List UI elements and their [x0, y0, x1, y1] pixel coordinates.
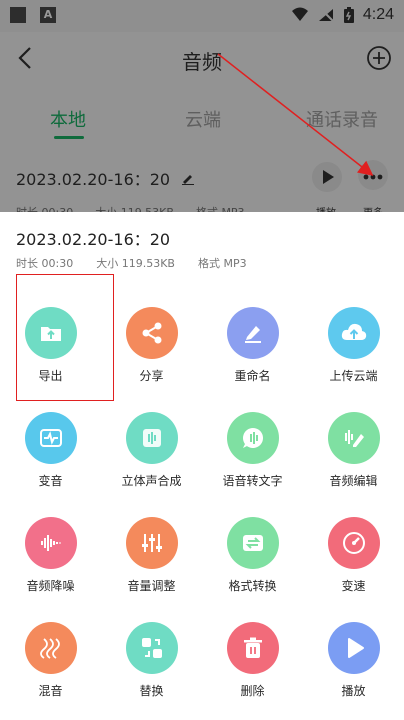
share-icon: [142, 322, 161, 344]
action-label: 变速: [341, 579, 366, 593]
action-voice-change[interactable]: 变音: [0, 412, 101, 489]
sheet-format: 格式 MP3: [197, 257, 247, 270]
audio-edit-icon: [344, 430, 364, 447]
recording-name[interactable]: 2023.02.20-16：20: [16, 166, 195, 190]
action-label: 变音: [38, 474, 63, 488]
tab-call-recording[interactable]: 通话录音: [306, 106, 378, 132]
tab-indicator: [54, 136, 84, 139]
replace-icon: [141, 638, 162, 658]
action-replace[interactable]: 替换: [101, 622, 202, 699]
action-format-convert-circle: [226, 517, 279, 569]
tab-cloud[interactable]: 云端: [185, 106, 221, 132]
action-label: 分享: [139, 369, 164, 383]
action-label: 音频降噪: [26, 579, 75, 593]
action-mix[interactable]: 混音: [0, 622, 101, 699]
battery-icon: [343, 7, 354, 23]
tab-local[interactable]: 本地: [50, 106, 86, 132]
action-audio-edit[interactable]: 音频编辑: [303, 412, 404, 489]
status-bar: A 4:24: [0, 0, 404, 32]
tab-bar: 本地 云端 通话录音: [0, 106, 404, 132]
action-label: 音量调整: [127, 579, 176, 593]
action-label: 立体声合成: [121, 474, 182, 488]
action-play-circle: [327, 622, 380, 674]
action-rename[interactable]: 重命名: [202, 307, 303, 384]
page-title: 音频: [182, 50, 222, 74]
action-play[interactable]: 播放: [303, 622, 404, 699]
voice-wave-icon: [39, 429, 62, 447]
action-speed-circle: [327, 517, 380, 569]
action-stereo[interactable]: 立体声合成: [101, 412, 202, 489]
action-upload-cloud[interactable]: 上传云端: [303, 307, 404, 384]
action-volume[interactable]: 音量调整: [101, 517, 202, 594]
edit-pen-icon[interactable]: [181, 171, 195, 185]
sheet-duration: 时长 00:30: [16, 257, 74, 270]
action-label: 重命名: [234, 369, 271, 383]
action-speech-to-text-circle: [226, 412, 279, 464]
play-icon[interactable]: [312, 162, 342, 192]
action-label: 上传云端: [329, 369, 378, 383]
sheet-file-name: 2023.02.20-16：20: [16, 230, 171, 249]
action-delete[interactable]: 删除: [202, 622, 303, 699]
wifi-icon: [291, 7, 308, 21]
speed-gauge-icon: [342, 532, 365, 554]
action-speed[interactable]: 变速: [303, 517, 404, 594]
action-share-circle: [125, 307, 178, 359]
action-label: 音频编辑: [329, 474, 378, 488]
action-upload-cloud-circle: [327, 307, 380, 359]
rename-pen-icon: [244, 326, 261, 343]
action-audio-edit-circle: [327, 412, 380, 464]
speech-to-text-icon: [242, 428, 263, 448]
notification-icon: [10, 7, 26, 23]
more-dots-icon[interactable]: [358, 160, 388, 190]
action-format-convert[interactable]: 格式转换: [202, 517, 303, 594]
action-noise-reduction[interactable]: 音频降噪: [0, 517, 101, 594]
mix-waves-icon: [39, 638, 60, 659]
sheet-file-meta: 时长 00:30 大小 119.53KB 格式 MP3: [16, 255, 247, 271]
action-label: 替换: [139, 684, 164, 698]
noise-reduction-icon: [40, 535, 61, 551]
clock: 4:24: [362, 6, 394, 23]
action-label: 混音: [38, 684, 63, 698]
action-mix-circle: [24, 622, 77, 674]
action-noise-reduction-circle: [24, 517, 77, 569]
add-icon[interactable]: [366, 45, 392, 71]
action-speech-to-text[interactable]: 语音转文字: [202, 412, 303, 489]
cloud-upload-icon: [341, 323, 366, 340]
signal-off-icon: [318, 8, 334, 22]
action-label: 语音转文字: [222, 474, 283, 488]
action-label: 删除: [240, 684, 265, 698]
trash-icon: [243, 637, 262, 658]
volume-sliders-icon: [141, 534, 162, 552]
action-share[interactable]: 分享: [101, 307, 202, 384]
action-rename-circle: [226, 307, 279, 359]
action-label: 播放: [341, 684, 366, 698]
action-replace-circle: [125, 622, 178, 674]
play-icon: [347, 638, 364, 658]
stereo-mix-icon: [142, 429, 161, 447]
action-label: 格式转换: [228, 579, 277, 593]
export-highlight-box: [16, 274, 114, 401]
app-notification-icon: A: [40, 7, 56, 23]
action-stereo-circle: [125, 412, 178, 464]
sheet-size: 大小 119.53KB: [96, 257, 175, 270]
format-convert-icon: [242, 535, 263, 551]
app-header: 音频 本地 云端 通话录音 2023.02.20-16：20 时长 00:30 …: [0, 32, 404, 219]
action-delete-circle: [226, 622, 279, 674]
action-volume-circle: [125, 517, 178, 569]
action-voice-change-circle: [24, 412, 77, 464]
